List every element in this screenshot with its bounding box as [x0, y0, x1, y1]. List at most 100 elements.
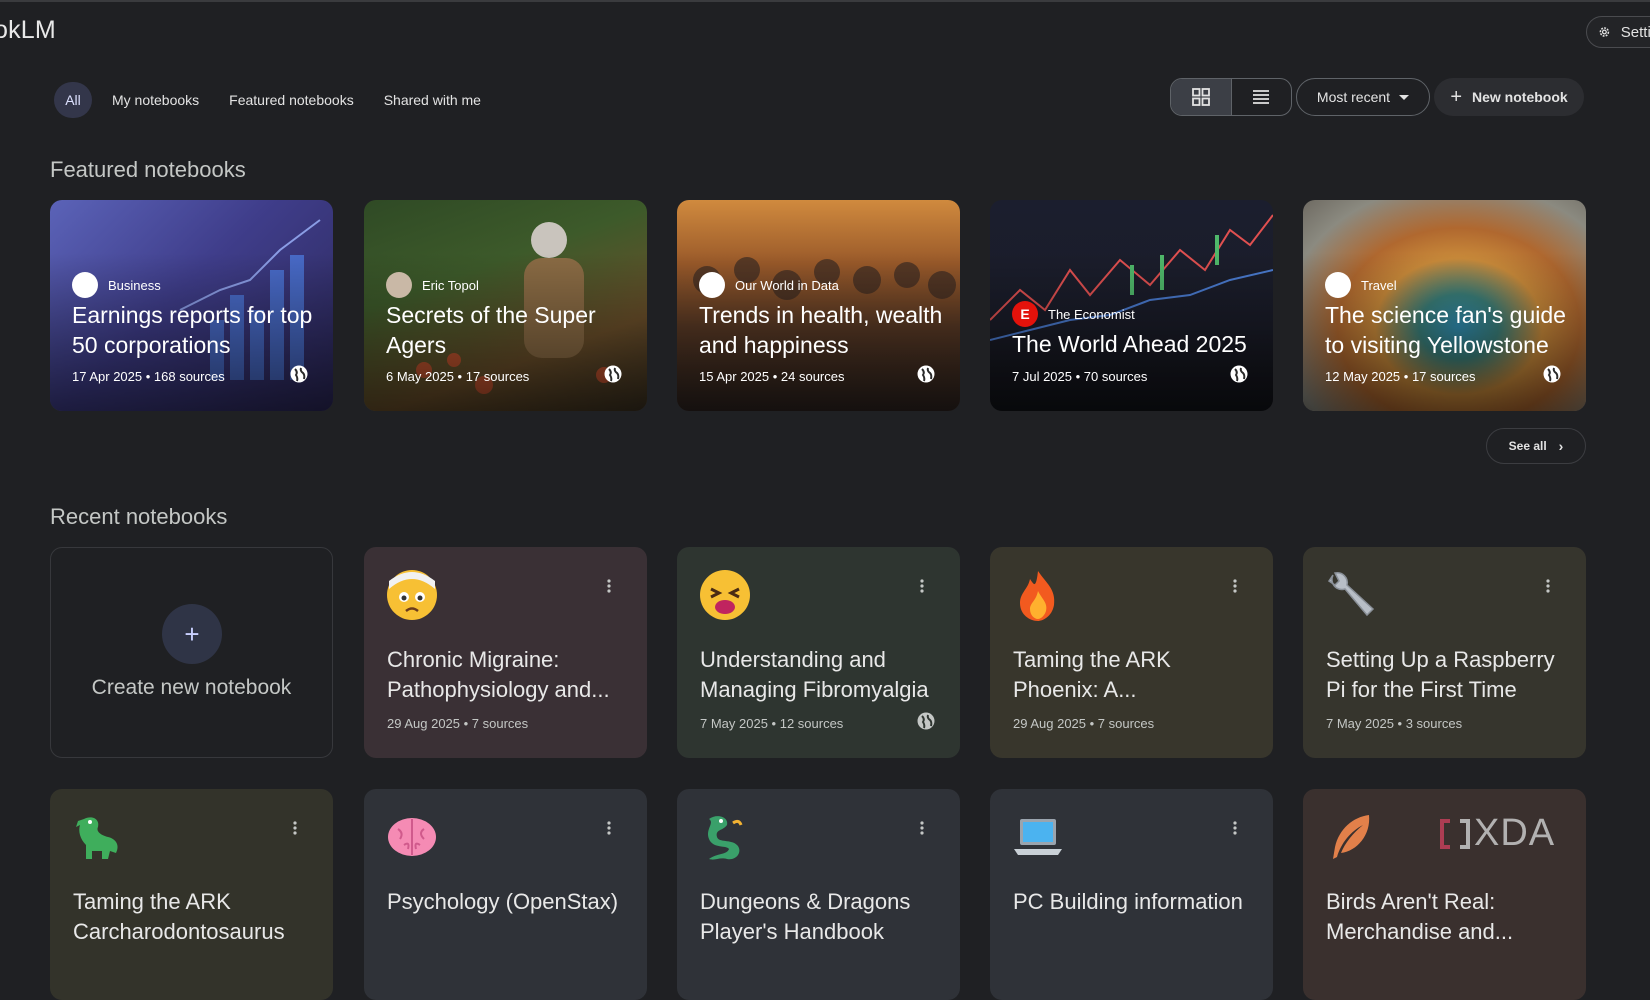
- more-vert-icon[interactable]: [1546, 579, 1550, 593]
- featured-title: Trends in health, wealth and happiness: [699, 302, 943, 358]
- featured-meta: 12 May 2025 • 17 sources: [1325, 369, 1476, 384]
- featured-source: Eric Topol: [386, 272, 479, 298]
- featured-card-super-agers[interactable]: Eric Topol Secrets of the Super Agers 6 …: [364, 200, 647, 411]
- featured-title: Earnings reports for top 50 corporations: [72, 302, 313, 358]
- featured-meta: 17 Apr 2025 • 168 sources: [72, 369, 225, 384]
- featured-source-name: Eric Topol: [422, 277, 479, 293]
- featured-section-title: Featured notebooks: [50, 157, 246, 182]
- globe-icon: [1230, 365, 1248, 383]
- source-avatar: [1325, 272, 1351, 298]
- create-notebook-label: Create new notebook: [91, 676, 292, 699]
- caret-down-icon: [1399, 94, 1410, 100]
- featured-title: The World Ahead 2025: [1012, 331, 1247, 357]
- more-vert-icon[interactable]: [1233, 821, 1237, 835]
- settings-label: Settings: [1620, 23, 1650, 41]
- plus-icon: +: [1450, 86, 1462, 108]
- featured-source-name: Business: [108, 277, 161, 293]
- source-avatar: [386, 272, 412, 298]
- laptop-icon: [1014, 819, 1062, 855]
- new-notebook-label: New notebook: [1472, 89, 1568, 105]
- featured-source-name: The Economist: [1048, 306, 1135, 322]
- xda-watermark: XDA: [1436, 812, 1555, 855]
- more-vert-icon[interactable]: [920, 821, 924, 835]
- notebook-title: Taming the ARK Phoenix: A...: [1013, 647, 1171, 702]
- more-vert-icon[interactable]: [920, 579, 924, 593]
- new-notebook-button[interactable]: + New notebook: [1434, 78, 1584, 116]
- notebook-meta: 29 Aug 2025 • 7 sources: [387, 716, 529, 731]
- notebook-title: Birds Aren't Real: Merchandise and...: [1326, 889, 1514, 944]
- more-vert-icon[interactable]: [607, 579, 611, 593]
- notebook-title: Taming the ARK Carcharodontosaurus: [73, 889, 285, 944]
- fire-icon: [1020, 571, 1055, 621]
- globe-icon: [290, 365, 308, 383]
- see-all-label: See all: [1508, 439, 1547, 453]
- plus-icon: +: [162, 604, 222, 664]
- dragon-icon: [708, 816, 743, 860]
- view-toggle: [1170, 78, 1292, 116]
- filter-chips: All My notebooks Featured notebooks Shar…: [54, 82, 511, 118]
- more-vert-icon[interactable]: [293, 821, 297, 835]
- watermark-text: XDA: [1474, 812, 1556, 854]
- filter-featured-notebooks[interactable]: Featured notebooks: [229, 82, 354, 118]
- list-icon: [1253, 90, 1270, 104]
- chevron-right-icon: ›: [1558, 438, 1564, 454]
- notebook-title: Psychology (OpenStax): [387, 889, 619, 914]
- globe-icon: [1543, 365, 1561, 383]
- notebook-title: Setting Up a Raspberry Pi for the First …: [1326, 647, 1555, 702]
- source-avatar: [72, 272, 98, 298]
- notebook-meta: 29 Aug 2025 • 7 sources: [1013, 716, 1155, 731]
- gear-icon: [1599, 27, 1610, 37]
- featured-card-yellowstone[interactable]: Travel The science fan's guide to visiti…: [1303, 200, 1586, 411]
- notebook-card[interactable]: Chronic Migraine: Pathophysiology and...…: [364, 547, 647, 758]
- wrench-icon: [1327, 571, 1375, 617]
- notebook-card[interactable]: Taming the ARK Phoenix: A... 29 Aug 2025…: [990, 547, 1273, 758]
- notebook-card[interactable]: Taming the ARK Carcharodontosaurus: [50, 789, 333, 1000]
- featured-title: Secrets of the Super Agers: [386, 302, 596, 358]
- sort-label: Most recent: [1316, 89, 1391, 105]
- featured-meta: 15 Apr 2025 • 24 sources: [699, 369, 845, 384]
- app-logo: okLM: [0, 16, 56, 44]
- featured-source-name: Travel: [1361, 277, 1397, 293]
- globe-icon: [604, 365, 622, 383]
- dinosaur-icon: [76, 817, 118, 859]
- featured-source: E The Economist: [1012, 301, 1135, 327]
- create-notebook-card[interactable]: + Create new notebook: [50, 547, 333, 758]
- notebook-card[interactable]: Understanding and Managing Fibromyalgia …: [677, 547, 960, 758]
- featured-source-name: Our World in Data: [735, 277, 839, 293]
- window-top-border: [0, 0, 1650, 2]
- featured-source: Business: [72, 272, 161, 298]
- filter-shared-with-me[interactable]: Shared with me: [384, 82, 481, 118]
- globe-icon: [917, 365, 935, 383]
- notebook-title: Chronic Migraine: Pathophysiology and...: [387, 647, 610, 702]
- more-vert-icon[interactable]: [607, 821, 611, 835]
- see-all-button[interactable]: See all ›: [1486, 428, 1586, 464]
- notebook-title: PC Building information: [1013, 889, 1243, 914]
- filter-all[interactable]: All: [54, 82, 92, 118]
- featured-source: Our World in Data: [699, 272, 839, 298]
- featured-card-world-ahead[interactable]: E The Economist The World Ahead 2025 7 Ju…: [990, 200, 1273, 411]
- featured-meta: 6 May 2025 • 17 sources: [386, 369, 530, 384]
- face-with-bandage-icon: [387, 570, 437, 620]
- settings-button[interactable]: Settings: [1586, 16, 1650, 48]
- sort-dropdown[interactable]: Most recent: [1296, 78, 1430, 116]
- more-vert-icon[interactable]: [1233, 579, 1237, 593]
- featured-card-trends[interactable]: Our World in Data Trends in health, weal…: [677, 200, 960, 411]
- notebook-meta: 7 May 2025 • 12 sources: [700, 716, 844, 731]
- featured-card-earnings[interactable]: Business Earnings reports for top 50 cor…: [50, 200, 333, 411]
- globe-icon: [917, 712, 935, 730]
- notebook-title: Understanding and Managing Fibromyalgia: [700, 647, 929, 702]
- feather-icon: [1333, 815, 1370, 859]
- notebook-card[interactable]: Setting Up a Raspberry Pi for the First …: [1303, 547, 1586, 758]
- notebook-card[interactable]: PC Building information: [990, 789, 1273, 1000]
- filter-my-notebooks[interactable]: My notebooks: [112, 82, 199, 118]
- list-view-button[interactable]: [1232, 79, 1292, 115]
- grid-icon: [1191, 88, 1210, 106]
- recent-section-title: Recent notebooks: [50, 504, 228, 529]
- notebook-card[interactable]: Psychology (OpenStax): [364, 789, 647, 1000]
- notebook-meta: 7 May 2025 • 3 sources: [1326, 716, 1463, 731]
- tired-face-icon: [700, 570, 750, 620]
- xda-logo-icon: [1440, 818, 1470, 849]
- notebook-card[interactable]: Dungeons & Dragons Player's Handbook: [677, 789, 960, 1000]
- grid-view-button[interactable]: [1171, 79, 1232, 115]
- featured-title: The science fan's guide to visiting Yell…: [1325, 302, 1566, 358]
